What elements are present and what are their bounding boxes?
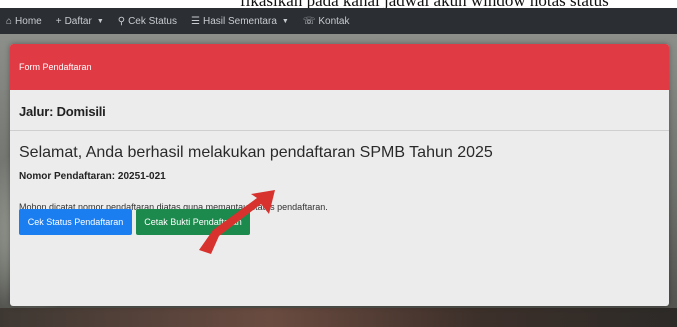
registration-number: Nomor Pendaftaran: 20251-021 — [19, 171, 166, 182]
registration-success-modal: Form Pendaftaran Jalur: Domisili Selamat… — [10, 44, 669, 306]
nav-hasil-sementara-label: Hasil Sementara — [202, 15, 277, 27]
background-photo-bottom — [0, 308, 677, 327]
nav-kontak-label: Kontak — [318, 15, 350, 27]
plus-icon: + — [55, 15, 62, 27]
top-navbar: ⌂ Home + Daftar ▼ ⚲ Cek Status ☰ Hasil S… — [0, 8, 677, 34]
list-icon: ☰ — [191, 15, 200, 27]
phone-icon: ☏ — [302, 15, 316, 27]
modal-body: Jalur: Domisili Selamat, Anda berhasil m… — [10, 104, 669, 212]
divider — [10, 130, 669, 131]
success-message: Selamat, Anda berhasil melakukan pendaft… — [19, 144, 493, 161]
top-caption-strip: fikasikan pada kanal jadwal akun window … — [0, 0, 677, 8]
cek-status-button[interactable]: Cek Status Pendaftaran — [19, 209, 132, 235]
home-icon: ⌂ — [6, 15, 13, 27]
arrow-shape — [199, 190, 275, 254]
search-icon: ⚲ — [117, 15, 126, 27]
nav-daftar[interactable]: + Daftar ▼ — [56, 16, 104, 27]
nav-home[interactable]: ⌂ Home — [6, 16, 42, 27]
red-arrow-annotation-icon — [199, 190, 275, 254]
caret-down-icon: ▼ — [281, 17, 289, 25]
nav-cek-status-label: Cek Status — [128, 15, 177, 27]
modal-title: Form Pendaftaran — [19, 62, 92, 72]
nav-home-label: Home — [15, 15, 42, 27]
nav-kontak[interactable]: ☏ Kontak — [303, 16, 350, 27]
caption-text: fikasikan pada kanal jadwal akun window … — [240, 0, 609, 8]
jalur-label: Jalur: Domisili — [19, 104, 106, 119]
modal-header: Form Pendaftaran — [10, 44, 669, 90]
nav-daftar-label: Daftar — [64, 15, 92, 27]
nav-hasil-sementara[interactable]: ☰ Hasil Sementara ▼ — [191, 16, 289, 27]
nav-cek-status[interactable]: ⚲ Cek Status — [118, 16, 177, 27]
caret-down-icon: ▼ — [96, 17, 104, 25]
